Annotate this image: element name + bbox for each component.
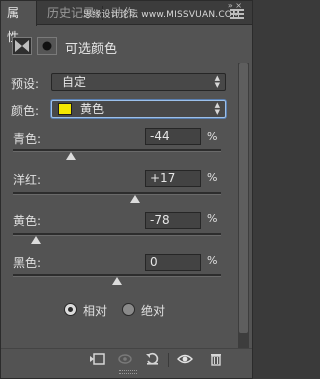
toolbar-divider bbox=[168, 353, 169, 367]
properties-panel: 属性 历史记录 动作 思缘设计论坛 www.MISSVUAN.COM » × 可… bbox=[0, 0, 253, 379]
black-input[interactable]: 0 bbox=[145, 254, 201, 271]
magenta-slider-thumb[interactable] bbox=[130, 195, 140, 203]
clip-to-layer-icon[interactable] bbox=[87, 351, 107, 369]
magenta-input[interactable]: +17 bbox=[145, 170, 201, 187]
panel-header: 可选颜色 bbox=[9, 37, 239, 59]
cyan-input[interactable]: -44 bbox=[145, 128, 201, 145]
layer-mask-icon[interactable] bbox=[37, 37, 57, 55]
select-arrows-icon: ▲ ▼ bbox=[214, 74, 220, 89]
cyan-slider-thumb[interactable] bbox=[66, 152, 76, 160]
scrollbar-thumb[interactable] bbox=[239, 63, 248, 333]
relative-radio[interactable] bbox=[64, 303, 77, 316]
panel-title: 可选颜色 bbox=[65, 42, 118, 57]
yellow-input[interactable]: -78 bbox=[145, 212, 201, 229]
panel-menu-icon[interactable] bbox=[230, 9, 244, 21]
yellow-slider-thumb[interactable] bbox=[31, 236, 41, 244]
watermark: 思缘设计论坛 www.MISSVUAN.COM bbox=[83, 10, 241, 20]
preset-value: 自定 bbox=[62, 75, 87, 89]
magenta-percent: % bbox=[207, 171, 218, 184]
cyan-label: 青色: bbox=[13, 132, 42, 146]
black-slider-thumb[interactable] bbox=[112, 277, 122, 285]
yellow-label: 黄色: bbox=[13, 214, 42, 228]
cyan-slider-track[interactable] bbox=[13, 149, 221, 152]
black-percent: % bbox=[207, 254, 218, 267]
yellow-slider-track[interactable] bbox=[13, 233, 221, 236]
magenta-slider-track[interactable] bbox=[13, 192, 221, 195]
black-label: 黑色: bbox=[13, 256, 42, 270]
scrollbar[interactable] bbox=[238, 63, 249, 353]
reset-icon[interactable] bbox=[143, 351, 163, 369]
preset-label: 预设: bbox=[11, 77, 40, 91]
delete-trash-icon[interactable] bbox=[206, 351, 226, 369]
view-previous-state-icon[interactable] bbox=[115, 351, 135, 369]
tab-bar: 属性 历史记录 动作 思缘设计论坛 www.MISSVUAN.COM » × bbox=[1, 1, 252, 44]
resize-grip-icon[interactable] bbox=[119, 370, 137, 374]
select-arrows-icon: ▲ ▼ bbox=[214, 101, 220, 116]
tab-properties[interactable]: 属性 bbox=[1, 1, 37, 44]
color-swatch bbox=[58, 103, 72, 115]
absolute-label: 绝对 bbox=[141, 304, 166, 318]
relative-label: 相对 bbox=[83, 304, 108, 318]
bottom-toolbar bbox=[1, 348, 252, 370]
cyan-percent: % bbox=[207, 130, 218, 143]
yellow-percent: % bbox=[207, 212, 218, 225]
adjustment-layer-icon[interactable] bbox=[12, 37, 32, 55]
colors-label: 颜色: bbox=[11, 104, 40, 118]
preset-select[interactable]: 自定 ▲ ▼ bbox=[51, 73, 226, 91]
colors-value: 黄色 bbox=[80, 102, 105, 116]
magenta-label: 洋红: bbox=[13, 173, 42, 187]
absolute-radio[interactable] bbox=[122, 303, 135, 316]
colors-select[interactable]: 黄色 ▲ ▼ bbox=[51, 100, 226, 118]
visibility-eye-icon[interactable] bbox=[175, 351, 195, 369]
